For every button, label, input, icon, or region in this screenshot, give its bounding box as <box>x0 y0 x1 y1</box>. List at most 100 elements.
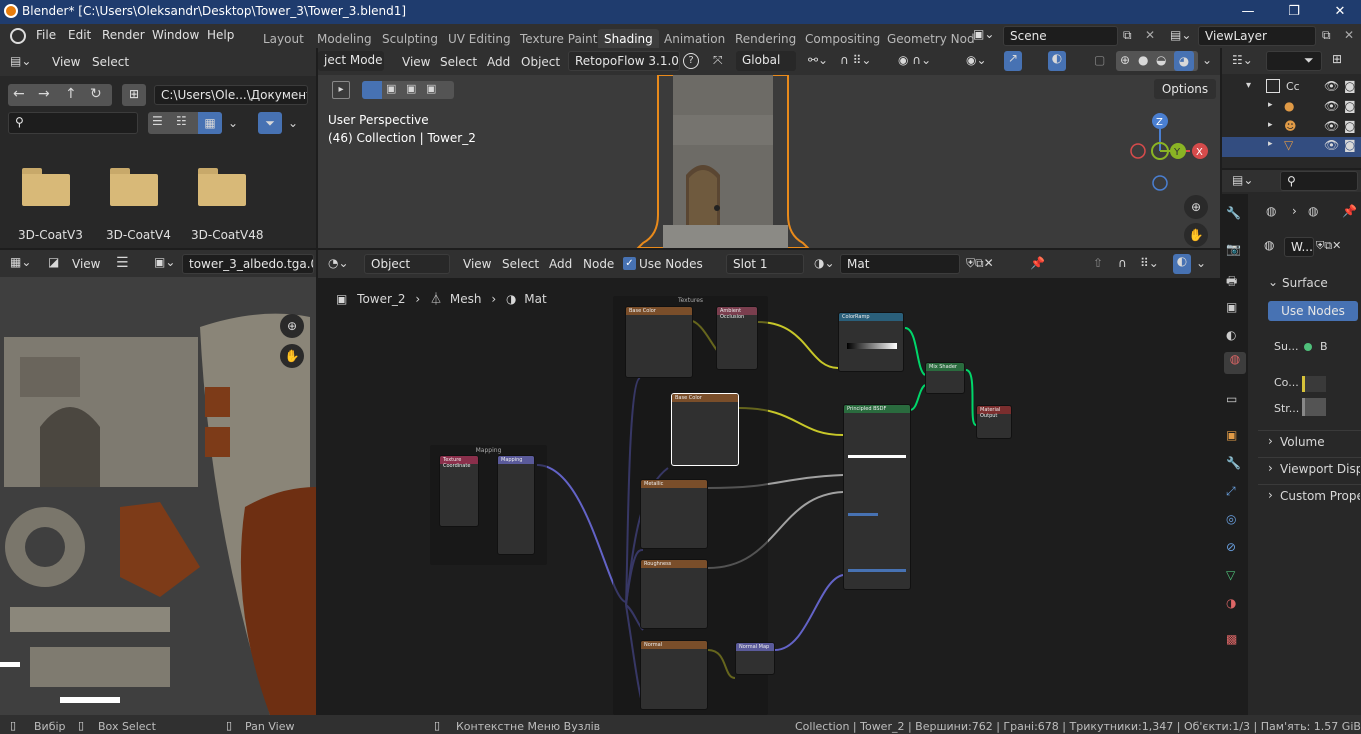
expand-arrow-icon[interactable]: ▸ <box>1268 100 1273 110</box>
properties-editor-type-icon[interactable]: ▤⌄ <box>1232 173 1253 187</box>
camera-icon[interactable]: ◙ <box>1344 79 1356 93</box>
subsurface-color-swatch[interactable] <box>848 455 906 458</box>
orientation-dropdown[interactable]: Global <box>736 51 796 71</box>
constraints-tab-icon[interactable]: ⊘ <box>1226 540 1236 554</box>
zoom-icon[interactable]: ⊕ <box>1184 195 1208 219</box>
workspace-tab-compositing[interactable]: Compositing <box>805 32 880 46</box>
list-vertical-icon[interactable]: ☰ <box>152 114 163 128</box>
image-editor-type-icon[interactable]: ▦⌄ <box>10 255 31 269</box>
snap-icon[interactable]: ∩ ⠿⌄ <box>840 53 871 67</box>
outliner-editor-type-icon[interactable]: ☷⌄ <box>1232 53 1253 67</box>
workspace-tab-texture-paint[interactable]: Texture Paint <box>520 32 597 46</box>
pin-icon[interactable]: 📌 <box>1342 204 1357 218</box>
visibility-icon[interactable]: ◉⌄ <box>966 53 987 67</box>
image-name-field[interactable]: tower_3_albedo.tga.001 <box>182 254 314 274</box>
proportional-edit-icon[interactable]: ◉ ∩⌄ <box>898 53 931 67</box>
outliner-filter-icon[interactable]: ⏷ <box>1304 53 1314 68</box>
new-scene-icon[interactable]: ⧉ <box>1123 28 1132 43</box>
world-name-field[interactable]: W... <box>1284 237 1314 257</box>
folder-3dcoatv48[interactable] <box>198 168 246 206</box>
physics-tab-icon[interactable]: ◎ <box>1226 512 1236 526</box>
node-roughness[interactable]: Roughness <box>640 559 708 629</box>
new-view-layer-icon[interactable]: ⧉ <box>1322 28 1331 43</box>
use-nodes-button[interactable]: Use Nodes <box>1268 301 1358 321</box>
material-tab-icon[interactable]: ◑ <box>1226 596 1236 610</box>
output-tab-icon[interactable]: 🖶 <box>1226 272 1237 293</box>
color-swatch[interactable] <box>1302 376 1326 392</box>
delete-view-layer-icon[interactable]: ✕ <box>1344 28 1354 42</box>
workspace-tab-modeling[interactable]: Modeling <box>317 32 372 46</box>
wireframe-shading-icon[interactable]: ⊕ <box>1120 53 1130 67</box>
object-tab-icon[interactable]: ▣ <box>1226 428 1237 442</box>
minimize-button[interactable]: — <box>1225 0 1271 24</box>
outliner-new-collection-icon[interactable]: ⊞ <box>1332 52 1342 66</box>
outliner-row-item[interactable]: ▸ ● 👁 ◙ <box>1222 98 1361 118</box>
workspace-tab-uv-editing[interactable]: UV Editing <box>448 32 511 46</box>
select-new-icon[interactable] <box>362 81 382 99</box>
close-button[interactable]: ✕ <box>1317 0 1361 24</box>
node-principled-bsdf[interactable]: Principled BSDF <box>843 404 911 590</box>
vp-menu-add[interactable]: Add <box>487 55 510 69</box>
node-metallic[interactable]: Metallic <box>640 479 708 549</box>
thumbnail-icon[interactable]: ▦ <box>198 112 222 134</box>
node-ambient-occlusion[interactable]: Ambient Occlusion <box>716 306 758 370</box>
shading-options-chevron-icon[interactable]: ⌄ <box>1202 53 1212 67</box>
outliner-row-collection[interactable]: ▾ Cc 👁 ◙ <box>1222 78 1361 98</box>
eye-icon[interactable]: 👁 <box>1324 119 1339 133</box>
pan-hand-icon[interactable]: ✋ <box>1184 223 1208 247</box>
eye-icon[interactable]: 👁 <box>1324 138 1339 152</box>
editor-type-icon[interactable]: ▤⌄ <box>10 54 31 68</box>
select-extend-icon[interactable]: ▣ <box>386 82 396 95</box>
filter-chevron-icon[interactable]: ⌄ <box>288 116 298 130</box>
select-intersect-icon[interactable]: ▣ <box>426 82 436 95</box>
workspace-tab-rendering[interactable]: Rendering <box>735 32 796 46</box>
mode-dropdown[interactable]: ject Mode <box>318 51 384 71</box>
overlay-toggle-icon[interactable]: ◐ <box>1048 51 1066 71</box>
menu-render[interactable]: Render <box>102 28 145 42</box>
gizmo-toggle-icon[interactable]: ↗ <box>1004 51 1022 71</box>
node-material-output[interactable]: Material Output <box>976 405 1012 439</box>
display-settings-chevron-icon[interactable]: ⌄ <box>228 116 238 130</box>
workspace-tab-layout[interactable]: Layout <box>263 32 304 46</box>
list-horizontal-icon[interactable]: ☷ <box>176 114 187 128</box>
node-colorramp[interactable]: ColorRamp <box>838 312 904 372</box>
view-layer-tab-icon[interactable]: ▣ <box>1226 300 1237 314</box>
directory-path-field[interactable]: C:\Users\Ole...\Документы\ <box>154 85 308 105</box>
world-tab-icon[interactable]: ◍ <box>1224 352 1246 374</box>
3d-viewport[interactable]: User Perspective (46) Collection | Tower… <box>318 75 1220 248</box>
vp-menu-object[interactable]: Object <box>521 55 560 69</box>
tool-tab-icon[interactable]: 🔧 <box>1226 206 1241 220</box>
select-tool-icon[interactable]: ▸ <box>332 81 350 99</box>
material-shading-icon[interactable]: ◒ <box>1156 53 1166 67</box>
image-mode-icon[interactable]: ◪ <box>48 255 59 269</box>
parent-dir-icon[interactable]: ↑ <box>65 86 77 102</box>
custom-properties-panel-header[interactable]: › Custom Propert <box>1258 484 1361 506</box>
collection-tab-icon[interactable]: ▭ <box>1226 392 1237 406</box>
camera-icon[interactable]: ◙ <box>1344 138 1356 152</box>
view-layer-icon[interactable]: ▤⌄ <box>1170 28 1191 42</box>
rendered-shading-icon[interactable]: ◕ <box>1174 51 1194 71</box>
surface-panel-header[interactable]: ⌄ Surface <box>1258 272 1361 294</box>
workspace-tab-animation[interactable]: Animation <box>664 32 725 46</box>
camera-icon[interactable]: ◙ <box>1344 119 1356 133</box>
viewport-display-panel-header[interactable]: › Viewport Displ <box>1258 457 1361 479</box>
scene-name-field[interactable]: Scene <box>1003 26 1118 46</box>
image-menu-view[interactable]: View <box>72 257 100 271</box>
alpha-slider[interactable] <box>848 569 906 572</box>
sheen-slider[interactable] <box>848 513 878 516</box>
delete-scene-icon[interactable]: ✕ <box>1145 28 1155 42</box>
new-folder-icon[interactable]: ⊞ <box>122 84 146 106</box>
fake-user-icon[interactable]: ⛨⧉✕ <box>1316 239 1341 253</box>
node-normal[interactable]: Normal <box>640 640 708 710</box>
menu-help[interactable]: Help <box>207 28 234 42</box>
menu-window[interactable]: Window <box>152 28 199 42</box>
render-tab-icon[interactable]: 📷 <box>1226 242 1241 256</box>
image-pan-icon[interactable]: ✋ <box>280 344 304 368</box>
workspace-tab-geometry-nodes[interactable]: Geometry Nod <box>887 32 975 46</box>
image-zoom-icon[interactable]: ⊕ <box>280 314 304 338</box>
vp-menu-select[interactable]: Select <box>440 55 477 69</box>
node-mapping[interactable]: Mapping <box>497 455 535 555</box>
node-base-color[interactable]: Base Color <box>625 306 693 378</box>
hamburger-menu-icon[interactable]: ☰ <box>116 255 129 271</box>
file-search-input[interactable]: ⚲ <box>8 112 138 134</box>
